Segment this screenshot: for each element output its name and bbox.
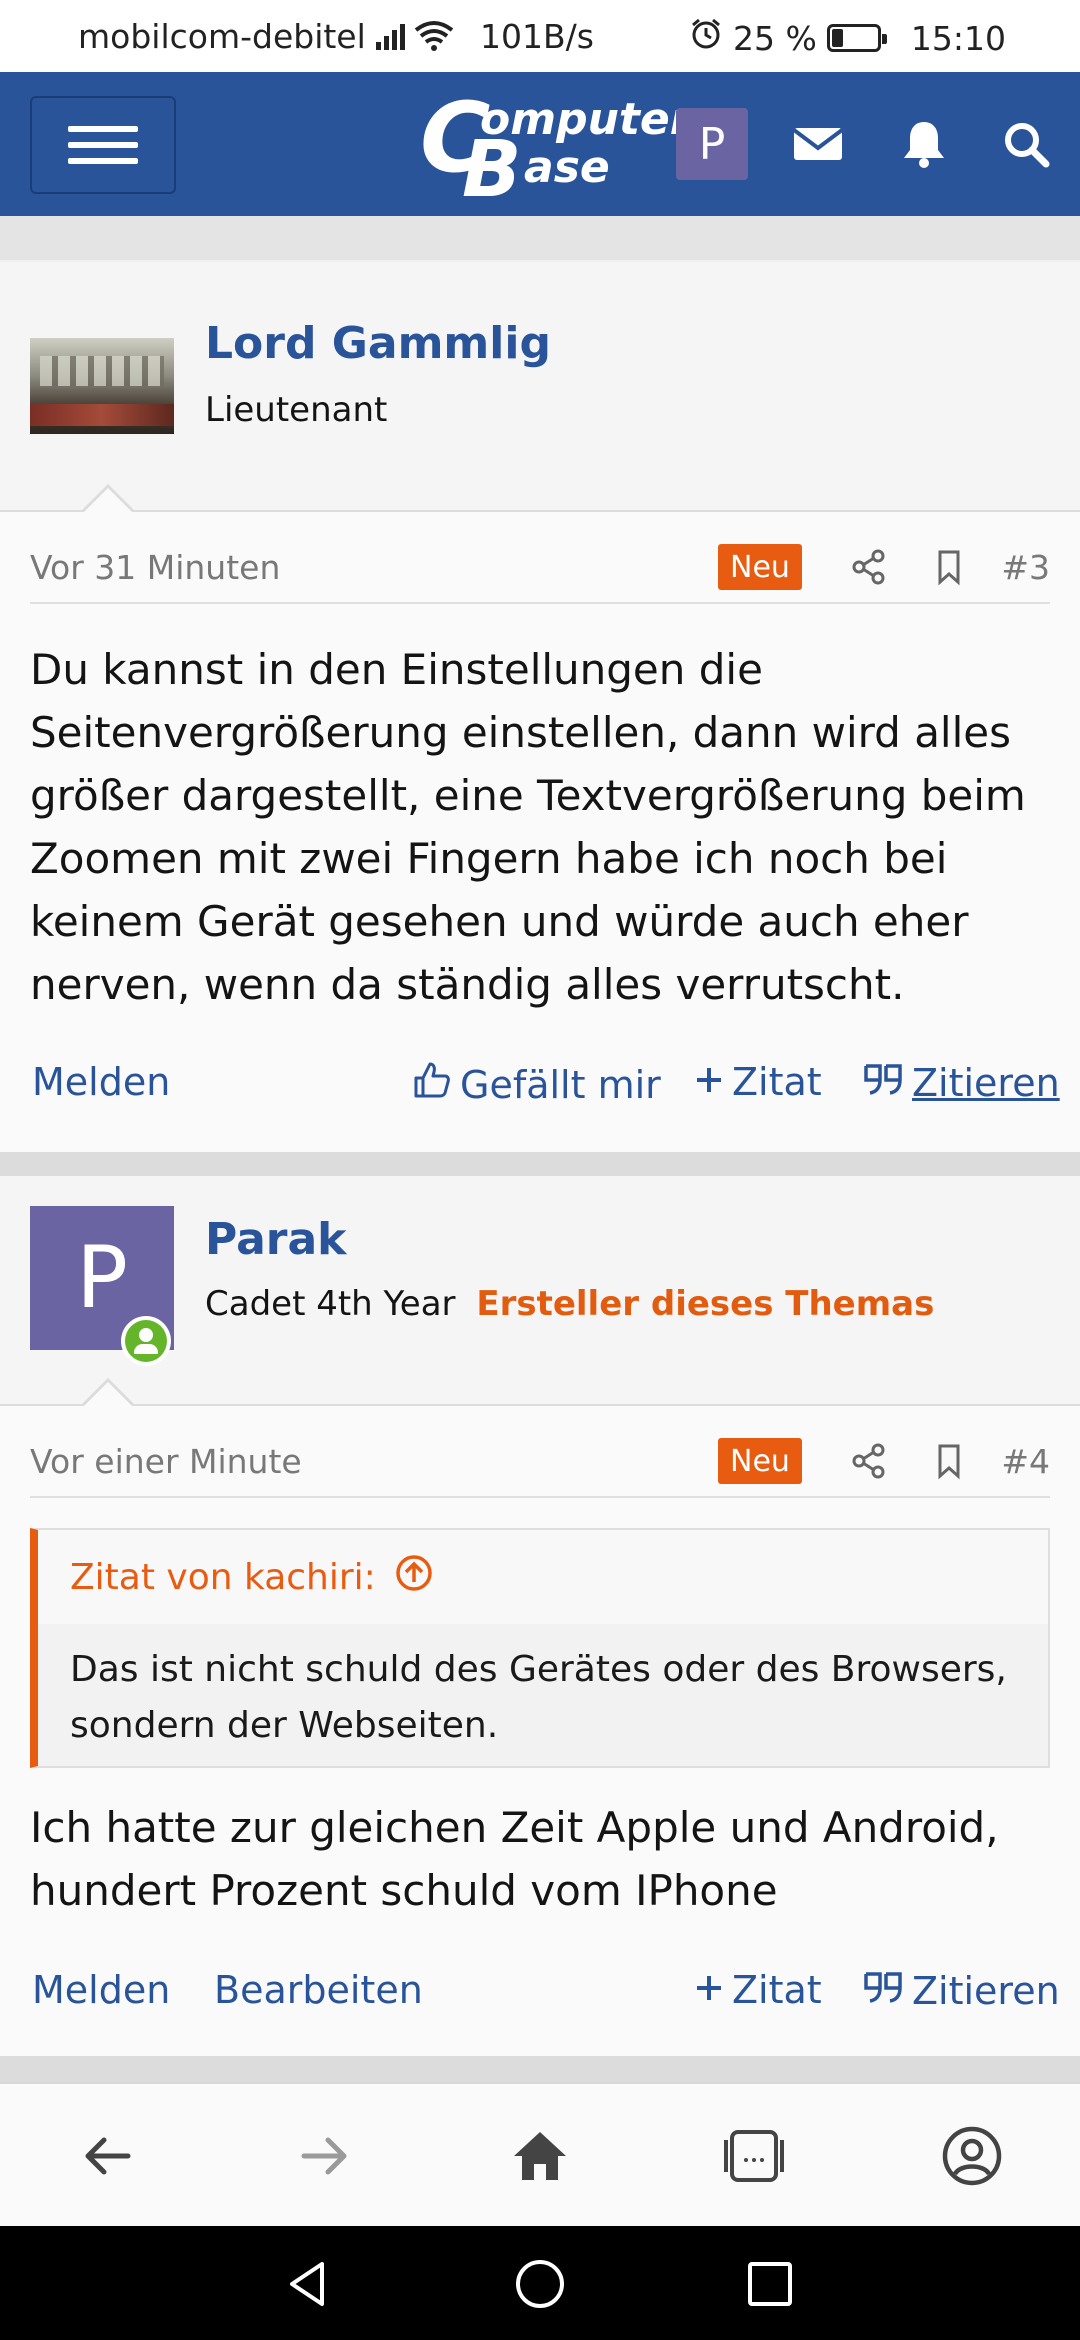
post-author-name[interactable]: Lord Gammlig bbox=[205, 318, 551, 369]
net-speed: 101B/s bbox=[480, 17, 594, 56]
arrow-up-circle-icon[interactable] bbox=[394, 1553, 434, 1602]
user-rank: Cadet 4th Year bbox=[205, 1284, 456, 1324]
alarm-icon bbox=[689, 17, 723, 59]
forward-icon[interactable] bbox=[292, 2124, 356, 2188]
quote-icon bbox=[862, 1968, 904, 2013]
edit-link[interactable]: Bearbeiten bbox=[214, 1968, 423, 2012]
computerbase-logo[interactable]: C B omputer ase bbox=[420, 90, 691, 215]
bell-icon[interactable] bbox=[896, 116, 952, 172]
like-button[interactable]: Gefällt mir bbox=[412, 1060, 661, 1109]
online-status-icon bbox=[121, 1316, 171, 1366]
post-meta: Vor einer Minute Neu #4 bbox=[30, 1438, 1050, 1498]
post-author-block: Lord Gammlig Lieutenant bbox=[0, 262, 1080, 514]
back-icon[interactable] bbox=[76, 2124, 140, 2188]
multi-quote-button[interactable]: Zitat bbox=[694, 1060, 822, 1104]
clock: 15:10 bbox=[910, 18, 1006, 58]
post-meta: Vor 31 Minuten Neu #3 bbox=[30, 544, 1050, 604]
status-bar: mobilcom-debitel 101B/s 25 % 15:10 bbox=[0, 0, 1080, 72]
browser-toolbar bbox=[0, 2082, 1080, 2226]
new-badge: Neu bbox=[718, 544, 802, 590]
account-avatar[interactable]: P bbox=[676, 108, 748, 180]
post-number[interactable]: #3 bbox=[1001, 548, 1050, 587]
bookmark-icon[interactable] bbox=[930, 1442, 968, 1480]
home-icon[interactable] bbox=[508, 2124, 572, 2188]
search-icon[interactable] bbox=[998, 116, 1054, 172]
user-rank: Lieutenant bbox=[205, 390, 388, 430]
post-author-block: P Parak Cadet 4th Year Ersteller dieses … bbox=[0, 1176, 1080, 1408]
post-body: Ich hatte zur gleichen Zeit Apple und An… bbox=[30, 1803, 999, 1915]
thumbs-up-icon bbox=[412, 1060, 452, 1109]
quote-block: Zitat von kachiri: Das ist nicht schuld … bbox=[30, 1528, 1050, 1768]
post-actions: Melden Bearbeiten Zitat Zitieren bbox=[0, 1968, 1080, 2028]
quote-author[interactable]: Zitat von kachiri: bbox=[70, 1557, 376, 1598]
account-icon[interactable] bbox=[940, 2124, 1004, 2188]
system-navigation-bar bbox=[0, 2226, 1080, 2340]
tabs-icon[interactable] bbox=[722, 2124, 786, 2188]
post-card: Vor 31 Minuten Neu #3 Du kannst in den E… bbox=[0, 512, 1080, 1152]
quote-icon bbox=[862, 1060, 904, 1105]
bookmark-icon[interactable] bbox=[930, 548, 968, 586]
menu-icon bbox=[68, 126, 138, 132]
thread-starter-label: Ersteller dieses Themas bbox=[476, 1284, 935, 1324]
share-icon[interactable] bbox=[850, 548, 888, 586]
system-recents-icon[interactable] bbox=[744, 2258, 796, 2310]
post-number[interactable]: #4 bbox=[1001, 1442, 1050, 1481]
mail-icon[interactable] bbox=[790, 116, 846, 172]
plus-icon bbox=[694, 1968, 724, 2012]
plus-icon bbox=[694, 1060, 724, 1104]
post-actions: Melden Gefällt mir Zitat Zitieren bbox=[0, 1060, 1080, 1120]
menu-button[interactable] bbox=[30, 96, 176, 194]
report-link[interactable]: Melden bbox=[32, 1060, 170, 1104]
post-body: Du kannst in den Einstellungen die Seite… bbox=[30, 645, 1026, 1009]
quote-button[interactable]: Zitieren bbox=[862, 1968, 1060, 2013]
carrier-name: mobilcom-debitel bbox=[78, 17, 366, 56]
post-time[interactable]: Vor 31 Minuten bbox=[30, 548, 280, 587]
avatar[interactable] bbox=[30, 338, 174, 434]
battery-percent: 25 % bbox=[733, 18, 817, 58]
system-back-icon[interactable] bbox=[282, 2258, 334, 2310]
signal-wifi-icon bbox=[376, 18, 462, 60]
new-badge: Neu bbox=[718, 1438, 802, 1484]
battery-icon bbox=[826, 24, 887, 52]
report-link[interactable]: Melden bbox=[32, 1968, 170, 2012]
multi-quote-button[interactable]: Zitat bbox=[694, 1968, 822, 2012]
quote-button[interactable]: Zitieren bbox=[862, 1060, 1060, 1105]
system-home-icon[interactable] bbox=[514, 2258, 566, 2310]
share-icon[interactable] bbox=[850, 1442, 888, 1480]
site-header: C B omputer ase P bbox=[0, 72, 1080, 216]
post-time[interactable]: Vor einer Minute bbox=[30, 1442, 302, 1481]
quote-text: Das ist nicht schuld des Gerätes oder de… bbox=[70, 1649, 1007, 1746]
post-card: Vor einer Minute Neu #4 Zitat von kachir… bbox=[0, 1406, 1080, 2056]
post-author-name[interactable]: Parak bbox=[205, 1214, 346, 1265]
